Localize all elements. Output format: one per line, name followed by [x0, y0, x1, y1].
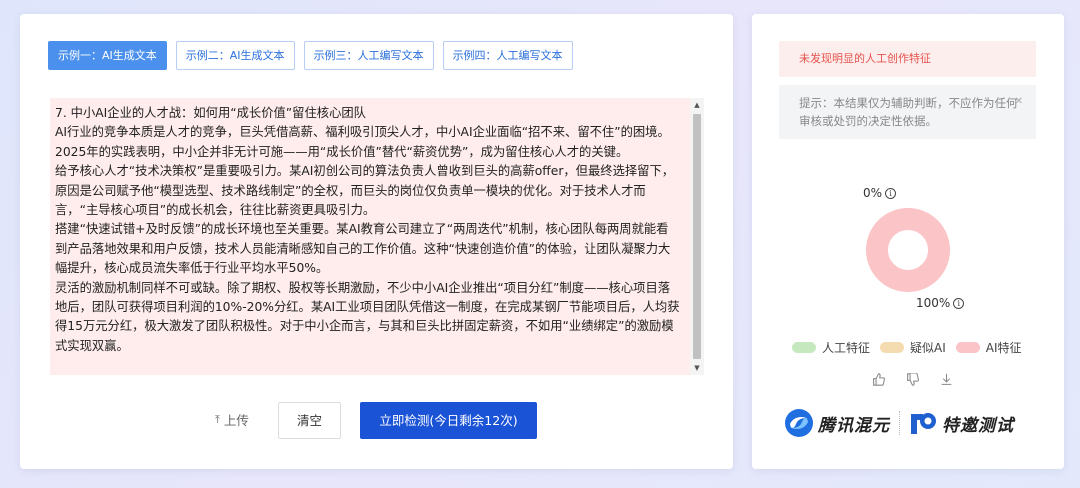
legend-swatch-suspect — [880, 342, 905, 353]
hunyuan-logo-text: 腾讯混元 — [818, 415, 890, 436]
example-tabs: 示例一：AI生成文本 示例二：AI生成文本 示例三：人工编写文本 示例四：人工编… — [48, 41, 573, 70]
feedback-bar — [870, 371, 954, 387]
pct-ai-value: 100% — [916, 296, 951, 310]
result-status: 未发现明显的人工创作特征 — [779, 41, 1036, 77]
detect-button[interactable]: 立即检测(今日剩余12次) — [360, 402, 537, 439]
hunyuan-logo: 腾讯混元 — [784, 408, 890, 438]
legend-label-ai: AI特征 — [985, 341, 1022, 355]
donut-slice-2 — [866, 208, 950, 292]
text-input-area[interactable]: 7. 中小AI企业的人才战：如何用“成长价值”留住核心团队 AI行业的竞争本质是… — [50, 98, 704, 375]
scroll-up-icon[interactable]: ▲ — [690, 98, 704, 112]
upload-button[interactable]: ⤒ 上传 — [215, 410, 249, 429]
input-panel: 示例一：AI生成文本 示例二：AI生成文本 示例三：人工编写文本 示例四：人工编… — [20, 14, 733, 469]
tab-example-1[interactable]: 示例一：AI生成文本 — [48, 41, 167, 70]
donut-chart — [856, 198, 960, 302]
thumbs-up-icon[interactable] — [870, 371, 886, 387]
text-input-content[interactable]: 7. 中小AI企业的人才战：如何用“成长价值”留住核心团队 AI行业的竞争本质是… — [55, 104, 680, 356]
legend-item-human: 人工特征 — [792, 339, 870, 356]
upload-label: 上传 — [223, 413, 249, 428]
legend-swatch-ai — [955, 342, 980, 353]
scroll-thumb[interactable] — [693, 114, 701, 359]
donut-svg — [866, 208, 950, 292]
chart-legend: 人工特征 疑似AI AI特征 — [792, 339, 1022, 356]
download-icon[interactable] — [938, 371, 954, 387]
pct-label-ai: 100% i — [916, 296, 965, 310]
legend-label-human: 人工特征 — [822, 341, 871, 355]
legend-item-ai: AI特征 — [955, 339, 1022, 356]
info-icon[interactable]: i — [885, 187, 897, 199]
legend-label-suspect: 疑似AI — [910, 341, 946, 355]
clear-button[interactable]: 清空 — [278, 402, 341, 439]
close-icon[interactable]: ✕ — [1015, 93, 1023, 111]
brand-logos: 腾讯混元 特邀测试 — [784, 407, 1014, 439]
tip-text: 提示：本结果仅为辅助判断，不应作为任何审核或处罚的决定性依据。 — [799, 96, 1018, 128]
result-panel: 未发现明显的人工创作特征 提示：本结果仅为辅助判断，不应作为任何审核或处罚的决定… — [752, 14, 1064, 469]
upload-icon: ⤒ — [215, 412, 220, 426]
logo-divider — [899, 411, 900, 435]
thumbs-down-icon[interactable] — [904, 371, 920, 387]
info-icon[interactable]: i — [953, 297, 965, 309]
tip-box: 提示：本结果仅为辅助判断，不应作为任何审核或处罚的决定性依据。 ✕ — [779, 85, 1036, 139]
invite-logo-text: 特邀测试 — [942, 415, 1014, 436]
legend-swatch-human — [792, 342, 816, 353]
legend-item-suspect: 疑似AI — [880, 339, 946, 356]
scroll-down-icon[interactable]: ▼ — [690, 361, 704, 375]
tab-example-4[interactable]: 示例四：人工编写文本 — [442, 41, 573, 70]
tab-example-2[interactable]: 示例二：AI生成文本 — [175, 41, 295, 70]
hunyuan-logo-icon — [785, 409, 813, 437]
action-bar: ⤒ 上传 清空 立即检测(今日剩余12次) — [20, 402, 733, 440]
textarea-scrollbar[interactable]: ▲ ▼ — [690, 98, 704, 375]
invite-logo: 特邀测试 — [909, 410, 1014, 436]
invite-logo-icon — [911, 413, 936, 434]
tab-example-3[interactable]: 示例三：人工编写文本 — [303, 41, 434, 70]
